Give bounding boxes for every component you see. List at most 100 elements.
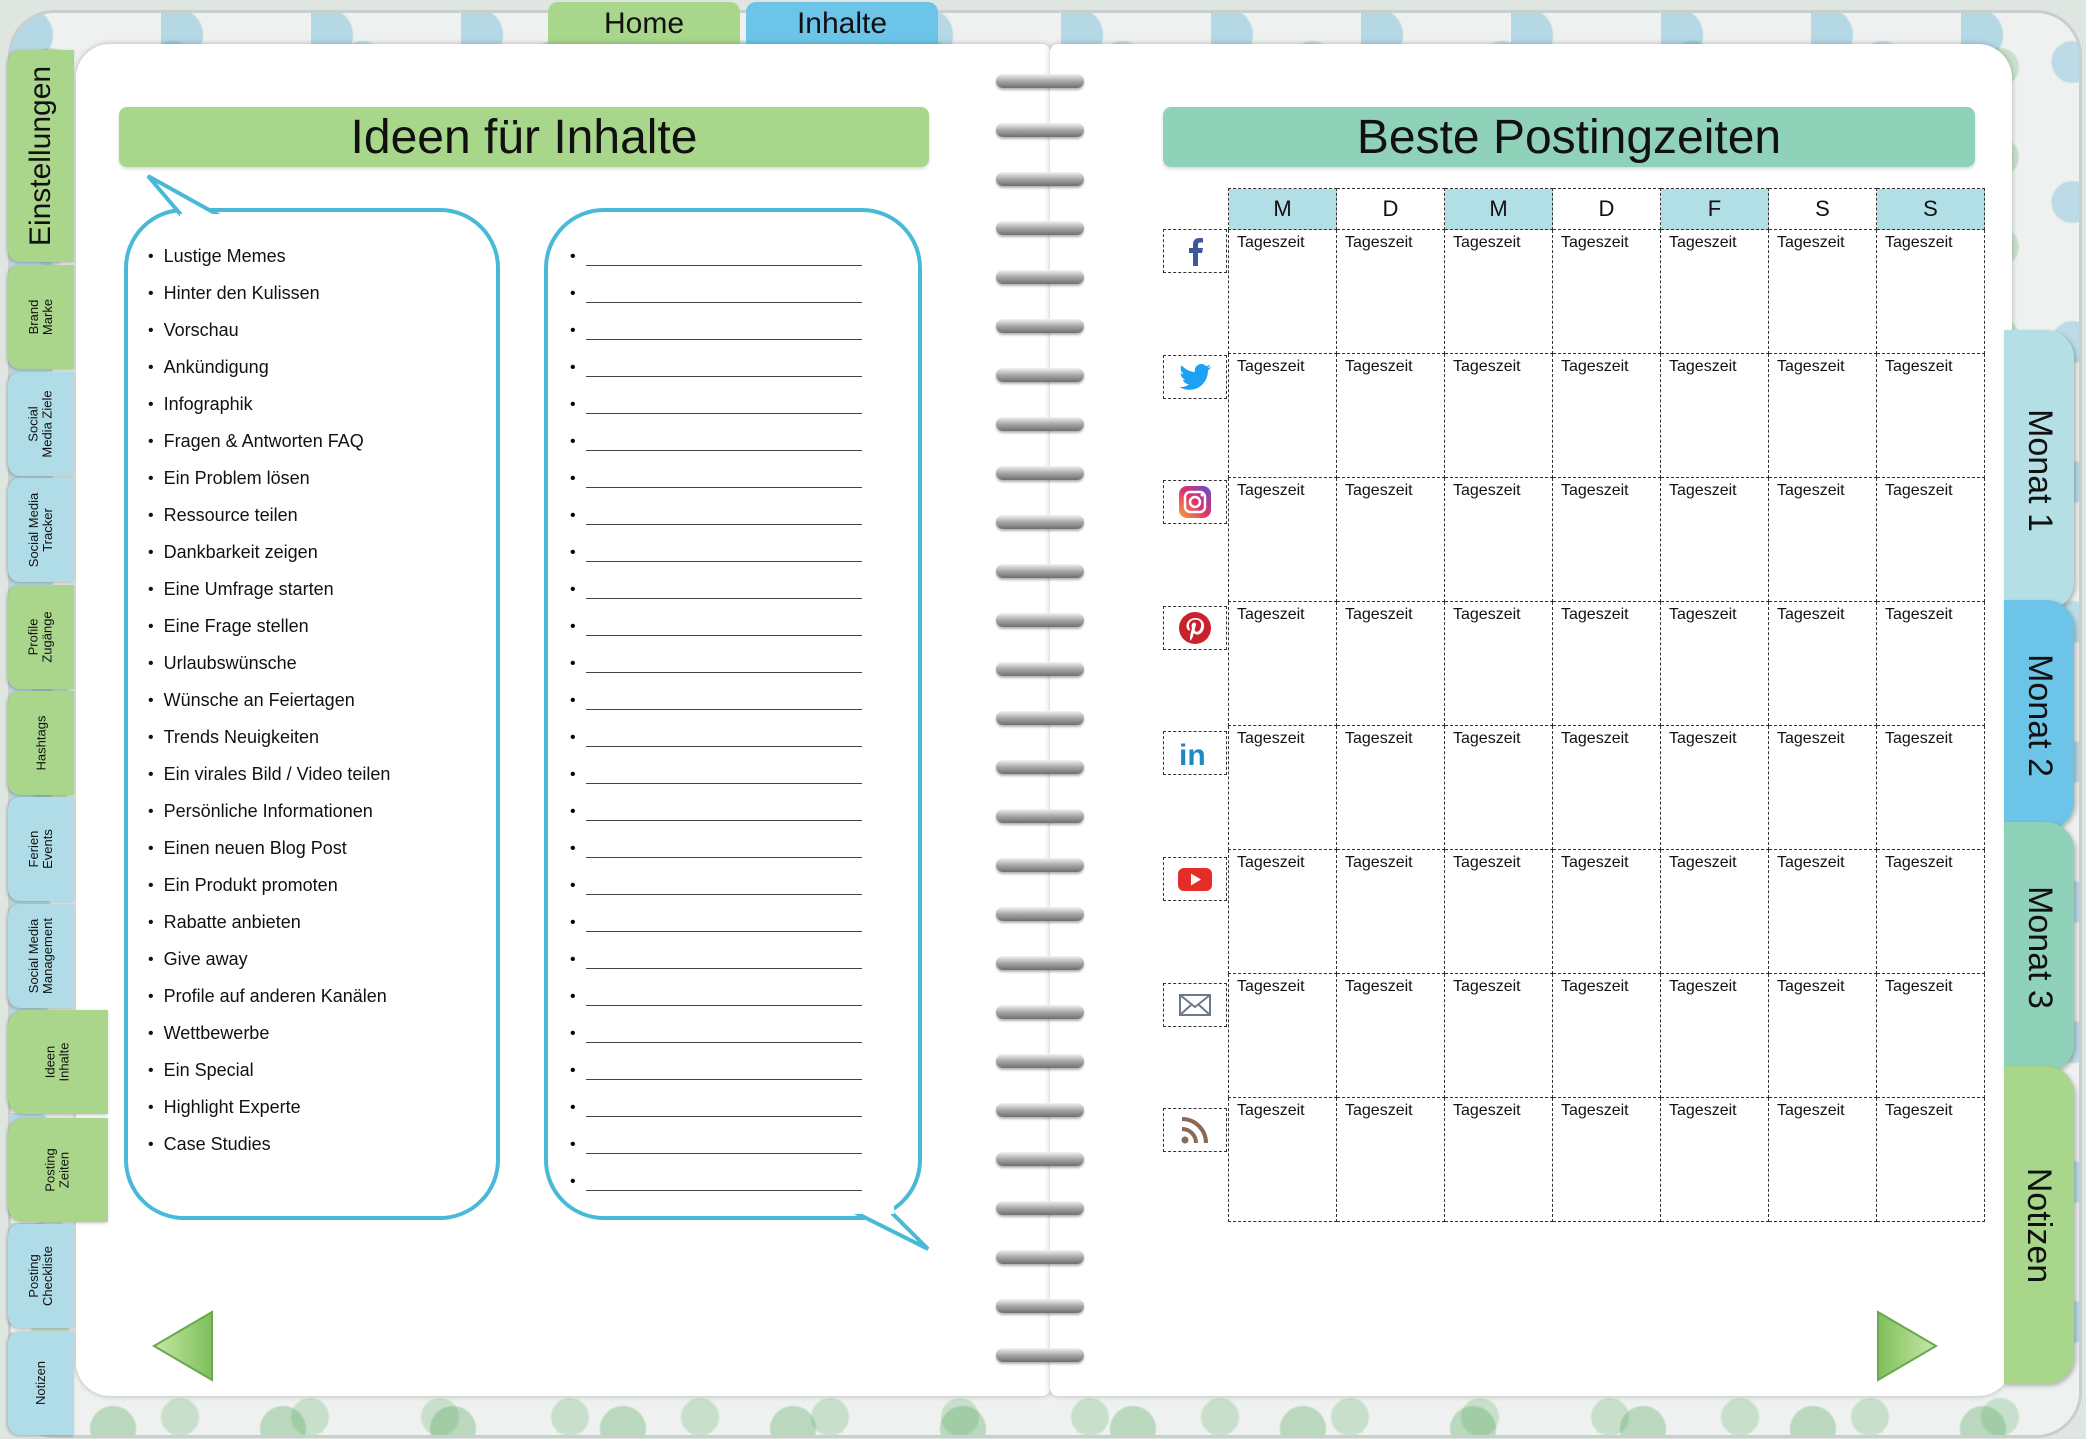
blank-line-item[interactable] bbox=[570, 682, 862, 719]
tab-inhalte[interactable]: Inhalte bbox=[746, 2, 938, 44]
time-cell[interactable]: Tageszeit bbox=[1552, 725, 1661, 850]
blank-line-item[interactable] bbox=[570, 719, 862, 756]
time-cell[interactable]: Tageszeit bbox=[1336, 477, 1445, 602]
side-tab-2[interactable]: Social Media Ziele bbox=[8, 372, 74, 476]
side-tab-11[interactable]: Notizen bbox=[8, 1331, 74, 1435]
side-tab-5[interactable]: Hashtags bbox=[8, 691, 74, 795]
time-cell[interactable]: Tageszeit bbox=[1336, 229, 1445, 354]
time-cell[interactable]: Tageszeit bbox=[1768, 477, 1877, 602]
time-cell[interactable]: Tageszeit bbox=[1768, 725, 1877, 850]
time-cell[interactable]: Tageszeit bbox=[1228, 1097, 1337, 1222]
right-tab-3[interactable]: Notizen bbox=[2004, 1066, 2074, 1384]
side-tab-6[interactable]: Ferien Events bbox=[8, 797, 74, 901]
time-cell[interactable]: Tageszeit bbox=[1552, 353, 1661, 478]
side-tab-3[interactable]: Social Media Tracker bbox=[8, 478, 74, 582]
blank-line-item[interactable] bbox=[570, 386, 862, 423]
time-cell[interactable]: Tageszeit bbox=[1228, 601, 1337, 726]
blank-line-item[interactable] bbox=[570, 571, 862, 608]
tab-home[interactable]: Home bbox=[548, 2, 740, 44]
time-cell[interactable]: Tageszeit bbox=[1876, 1097, 1985, 1222]
time-cell[interactable]: Tageszeit bbox=[1336, 725, 1445, 850]
blank-line-item[interactable] bbox=[570, 830, 862, 867]
time-cell[interactable]: Tageszeit bbox=[1552, 973, 1661, 1098]
time-cell[interactable]: Tageszeit bbox=[1552, 601, 1661, 726]
right-tab-0[interactable]: Monat 1 bbox=[2004, 330, 2074, 610]
time-cell[interactable]: Tageszeit bbox=[1444, 849, 1553, 974]
time-cell[interactable]: Tageszeit bbox=[1876, 849, 1985, 974]
time-cell[interactable]: Tageszeit bbox=[1768, 601, 1877, 726]
time-cell[interactable]: Tageszeit bbox=[1660, 1097, 1769, 1222]
time-cell[interactable]: Tageszeit bbox=[1660, 229, 1769, 354]
time-cell[interactable]: Tageszeit bbox=[1876, 601, 1985, 726]
blank-line-item[interactable] bbox=[570, 867, 862, 904]
time-cell[interactable]: Tageszeit bbox=[1336, 601, 1445, 726]
time-cell[interactable]: Tageszeit bbox=[1228, 477, 1337, 602]
side-tab-10[interactable]: Posting Checkliste bbox=[8, 1224, 74, 1328]
time-cell[interactable]: Tageszeit bbox=[1444, 229, 1553, 354]
time-cell[interactable]: Tageszeit bbox=[1876, 725, 1985, 850]
blank-line-item[interactable] bbox=[570, 460, 862, 497]
blank-line-item[interactable] bbox=[570, 312, 862, 349]
time-cell[interactable]: Tageszeit bbox=[1660, 601, 1769, 726]
time-cell[interactable]: Tageszeit bbox=[1552, 229, 1661, 354]
blank-line-item[interactable] bbox=[570, 534, 862, 571]
right-tab-2[interactable]: Monat 3 bbox=[2004, 822, 2074, 1072]
blank-line-item[interactable] bbox=[570, 349, 862, 386]
blank-line-item[interactable] bbox=[570, 1015, 862, 1052]
blank-line-item[interactable] bbox=[570, 904, 862, 941]
time-cell[interactable]: Tageszeit bbox=[1228, 849, 1337, 974]
time-cell[interactable]: Tageszeit bbox=[1336, 1097, 1445, 1222]
time-cell[interactable]: Tageszeit bbox=[1336, 973, 1445, 1098]
blank-line-item[interactable] bbox=[570, 978, 862, 1015]
blank-line-item[interactable] bbox=[570, 423, 862, 460]
blank-line-item[interactable] bbox=[570, 793, 862, 830]
time-cell[interactable]: Tageszeit bbox=[1876, 973, 1985, 1098]
time-cell[interactable]: Tageszeit bbox=[1552, 477, 1661, 602]
time-cell[interactable]: Tageszeit bbox=[1228, 973, 1337, 1098]
blank-line-item[interactable] bbox=[570, 756, 862, 793]
time-cell[interactable]: Tageszeit bbox=[1876, 477, 1985, 602]
blank-line-item[interactable] bbox=[570, 608, 862, 645]
time-cell[interactable]: Tageszeit bbox=[1660, 353, 1769, 478]
time-cell[interactable]: Tageszeit bbox=[1228, 353, 1337, 478]
time-cell[interactable]: Tageszeit bbox=[1768, 1097, 1877, 1222]
time-cell[interactable]: Tageszeit bbox=[1660, 725, 1769, 850]
time-cell[interactable]: Tageszeit bbox=[1876, 353, 1985, 478]
time-cell[interactable]: Tageszeit bbox=[1552, 1097, 1661, 1222]
time-cell[interactable]: Tageszeit bbox=[1660, 849, 1769, 974]
time-cell[interactable]: Tageszeit bbox=[1660, 973, 1769, 1098]
time-cell[interactable]: Tageszeit bbox=[1444, 725, 1553, 850]
side-tab-1[interactable]: Brand Marke bbox=[8, 265, 74, 369]
blank-line-item[interactable] bbox=[570, 275, 862, 312]
time-cell[interactable]: Tageszeit bbox=[1768, 353, 1877, 478]
time-cell[interactable]: Tageszeit bbox=[1768, 973, 1877, 1098]
blank-line-item[interactable] bbox=[570, 1089, 862, 1126]
right-tab-1[interactable]: Monat 2 bbox=[2004, 600, 2074, 830]
time-cell[interactable]: Tageszeit bbox=[1768, 849, 1877, 974]
time-cell[interactable]: Tageszeit bbox=[1768, 229, 1877, 354]
blank-line-item[interactable] bbox=[570, 941, 862, 978]
blank-line-item[interactable] bbox=[570, 1126, 862, 1163]
time-cell[interactable]: Tageszeit bbox=[1444, 353, 1553, 478]
previous-page-arrow-icon[interactable] bbox=[152, 1310, 214, 1382]
time-cell[interactable]: Tageszeit bbox=[1660, 477, 1769, 602]
blank-line-item[interactable] bbox=[570, 238, 862, 275]
time-cell[interactable]: Tageszeit bbox=[1444, 601, 1553, 726]
time-cell[interactable]: Tageszeit bbox=[1444, 1097, 1553, 1222]
blank-line-item[interactable] bbox=[570, 1163, 862, 1200]
side-tab-8[interactable]: Ideen Inhalte bbox=[8, 1010, 108, 1114]
time-cell[interactable]: Tageszeit bbox=[1876, 229, 1985, 354]
time-cell[interactable]: Tageszeit bbox=[1552, 849, 1661, 974]
time-cell[interactable]: Tageszeit bbox=[1444, 973, 1553, 1098]
time-cell[interactable]: Tageszeit bbox=[1228, 725, 1337, 850]
side-tab-4[interactable]: Profile Zugänge bbox=[8, 585, 74, 689]
time-cell[interactable]: Tageszeit bbox=[1228, 229, 1337, 354]
blank-line-item[interactable] bbox=[570, 645, 862, 682]
time-cell[interactable]: Tageszeit bbox=[1336, 353, 1445, 478]
time-cell[interactable]: Tageszeit bbox=[1444, 477, 1553, 602]
next-page-arrow-icon[interactable] bbox=[1876, 1310, 1938, 1382]
blank-line-item[interactable] bbox=[570, 1052, 862, 1089]
blank-line-item[interactable] bbox=[570, 497, 862, 534]
side-tab-7[interactable]: Social Media Management bbox=[8, 904, 74, 1008]
side-tab-0[interactable]: Einstellungen bbox=[8, 50, 74, 262]
